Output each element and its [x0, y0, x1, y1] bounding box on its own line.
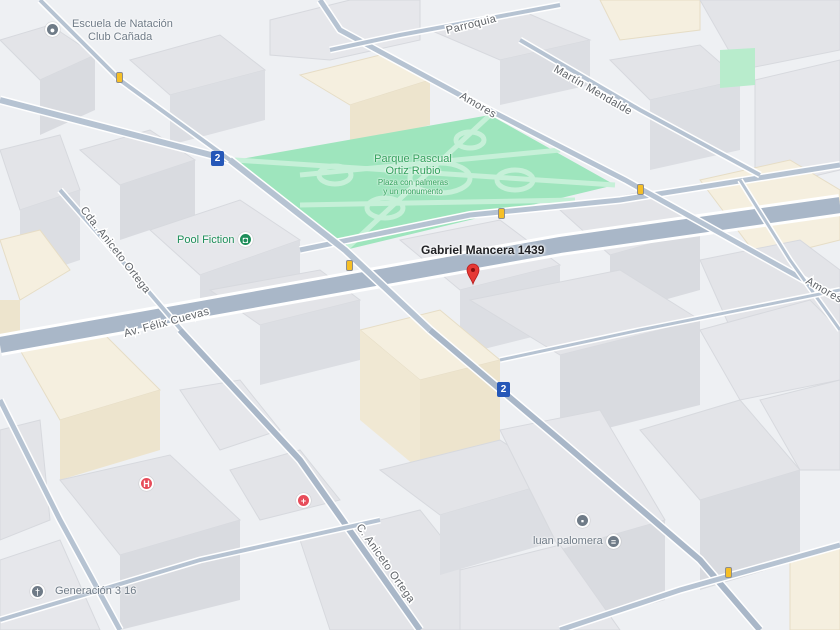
map-base: Parroquia Martín Mendalde Amores Amores …	[0, 0, 840, 630]
poi-escuela-line2: Club Cañada	[88, 31, 153, 43]
map-view[interactable]: Parroquia Martín Mendalde Amores Amores …	[0, 0, 840, 630]
shopping-bag-icon[interactable]: ◘	[238, 232, 253, 247]
store-icon[interactable]: ▪	[575, 513, 590, 528]
pharmacy-cross-icon[interactable]: +	[296, 493, 311, 508]
poi-generacion[interactable]: Generación 3 16	[55, 585, 136, 597]
park-name-line2: Ortiz Rubio	[385, 165, 441, 177]
poi-escuela-natacion[interactable]: Escuela de Natación Club Cañada	[72, 18, 173, 44]
poi-escuela-line1: Escuela de Natación	[72, 18, 173, 30]
park-desc-line2: y un monumento	[383, 187, 443, 196]
poi-pool-fiction[interactable]: Pool Fiction	[177, 234, 234, 246]
map-marker-icon[interactable]: ●	[45, 22, 60, 37]
traffic-light-icon	[116, 72, 123, 83]
traffic-light-icon	[725, 567, 732, 578]
store-icon[interactable]: ≡	[606, 534, 621, 549]
traffic-light-icon	[637, 184, 644, 195]
traffic-light-icon	[346, 260, 353, 271]
route-shield: 2	[211, 151, 224, 166]
traffic-light-icon	[498, 208, 505, 219]
poi-luan-palomera[interactable]: luan palomera	[533, 535, 603, 547]
park-name-line1: Parque Pascual	[374, 153, 452, 165]
park-description: Plaza con palmeras y un monumento	[368, 178, 458, 196]
route-shield: 2	[497, 382, 510, 397]
selected-address-label[interactable]: Gabriel Mancera 1439	[421, 243, 544, 257]
park-label[interactable]: Parque Pascual Ortiz Rubio	[358, 153, 468, 177]
park-desc-line1: Plaza con palmeras	[377, 178, 449, 187]
church-icon[interactable]: †	[30, 584, 45, 599]
hospital-icon[interactable]: H	[139, 476, 154, 491]
